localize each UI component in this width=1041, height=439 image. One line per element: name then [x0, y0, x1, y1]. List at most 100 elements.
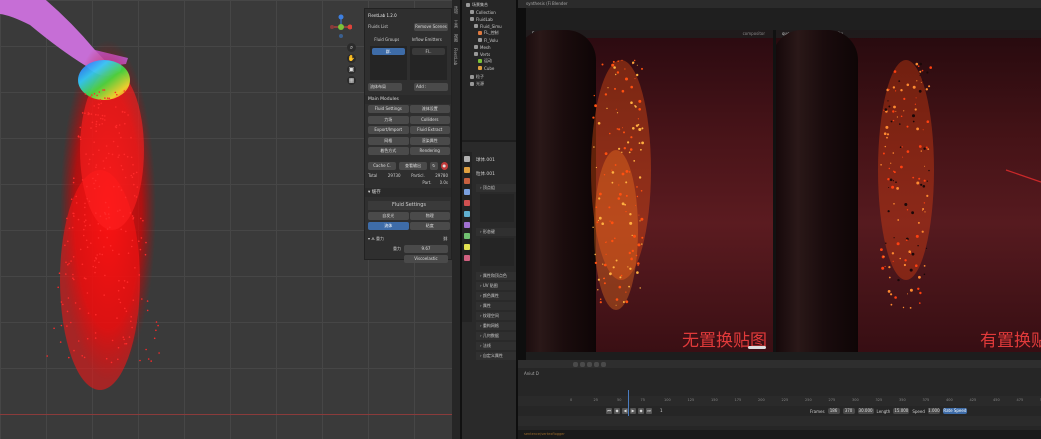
object-name[interactable]: 球体.001 [476, 156, 516, 165]
remove-scenes-button[interactable]: Remove Scenes [414, 22, 448, 31]
jump-start-icon[interactable]: ⏮ [606, 408, 612, 414]
section-remesh[interactable]: › 重构网格 [476, 322, 516, 330]
outliner-row[interactable]: FluidLab [470, 16, 493, 22]
frame-ruler[interactable]: 0 25 50 75 100 125 150 175 200 225 250 275 300 325 350… [518, 396, 1041, 406]
section-attributes[interactable]: › 属性和顶点色 [476, 272, 516, 280]
shape-keys-list[interactable] [480, 238, 514, 266]
module-render-props[interactable]: 渲染属性 [409, 136, 450, 145]
tab-flentlab[interactable]: FlentLab [453, 48, 458, 65]
next-key-icon[interactable]: ◆ [638, 408, 644, 414]
axis-gizmo[interactable] [330, 14, 353, 38]
hand-icon[interactable]: ✋ [347, 54, 356, 63]
grid-icon[interactable]: ▦ [347, 76, 356, 85]
property-tab-icon[interactable] [464, 156, 470, 162]
render-preview-right[interactable]: quorakcoe_007 Full Quality 有置换贴 [776, 30, 1041, 352]
section-color-attributes[interactable]: › 颜色属性 [476, 292, 516, 300]
scroll-indicator[interactable] [748, 346, 766, 349]
rate-speed-button[interactable]: Rate Speed [942, 408, 967, 414]
outliner-row[interactable]: 光源 [470, 81, 484, 87]
add-dropdown[interactable]: Add : [414, 82, 448, 91]
emission-button[interactable]: 自发光 [368, 212, 409, 220]
section-uv-maps[interactable]: › UV 贴图 [476, 282, 516, 290]
outliner-row[interactable]: Collection [470, 9, 496, 15]
outliner-row[interactable]: Cube [478, 65, 494, 71]
marker-icon[interactable] [601, 362, 606, 367]
module-mesh[interactable]: 网格 [368, 136, 409, 145]
keyframe-icon[interactable] [580, 362, 585, 367]
group-list-item[interactable]: 群. [372, 48, 405, 55]
stop-icon[interactable]: ● [440, 161, 448, 170]
tab-tools[interactable]: 工具 [453, 20, 459, 28]
outliner-row[interactable]: FL_控制 [478, 30, 499, 36]
outliner-row[interactable]: Mesh [474, 44, 491, 50]
link-icon[interactable]: ⛓ [443, 236, 448, 241]
property-tab-icon[interactable] [464, 200, 470, 206]
cache-button[interactable]: Cache C. [368, 161, 397, 170]
outliner[interactable]: 场景集合 Collection FluidLab Fluid_Simu FL_控… [462, 0, 518, 140]
module-colliders[interactable]: Colliders [409, 115, 450, 124]
emitter-list-item[interactable]: Fl.. [412, 48, 445, 55]
main-modules-header[interactable]: Main Modules [365, 95, 451, 104]
section-custom-props[interactable]: › 自定义属性 [476, 352, 516, 360]
tab-view[interactable]: 视图 [453, 34, 459, 42]
property-tab-icon[interactable] [464, 178, 470, 184]
frame-end[interactable]: 30.000 [857, 408, 874, 414]
reverse-icon[interactable]: ◀ [622, 408, 628, 414]
length-value[interactable]: 15.000 [893, 408, 910, 414]
gravity-section-label[interactable]: ▾ 🜁 重力 [368, 235, 384, 243]
inflow-emitters-list[interactable]: Fl.. [410, 46, 447, 80]
playhead[interactable] [628, 390, 629, 416]
zoom-icon[interactable]: ⌕ [347, 43, 356, 52]
section-vertex-groups[interactable]: › 顶点组 [476, 184, 516, 192]
vertex-groups-list[interactable] [480, 194, 514, 222]
module-force-field[interactable]: 力场 [368, 115, 409, 124]
fluid-button[interactable]: 流体 [368, 221, 409, 230]
outliner-row[interactable]: 粒子 [470, 74, 484, 80]
outliner-row[interactable]: Fluid_Simu [474, 23, 502, 29]
outliner-row[interactable]: Verts [474, 51, 490, 57]
camera-icon[interactable]: ▣ [347, 65, 356, 74]
property-tab-icon[interactable] [464, 167, 470, 173]
gravity-value[interactable]: 9.67 [404, 244, 448, 253]
section-geometry-data[interactable]: › 几何数据 [476, 332, 516, 340]
frame-step[interactable]: 370 [842, 408, 855, 414]
timeline-editor[interactable]: Aniut D 0 25 50 75 100 125 150 175 200 225 250 275 3… [518, 360, 1041, 439]
snap-icon[interactable] [573, 362, 578, 367]
filter-icon[interactable] [587, 362, 592, 367]
viscoelastic-dropdown[interactable]: Viscoelastic [404, 254, 448, 263]
data-name[interactable]: 粒体.001 [476, 170, 516, 179]
play-icon[interactable]: ▶ [630, 408, 636, 414]
current-frame[interactable]: 1 [660, 408, 663, 413]
outliner-row[interactable]: 运动 [478, 58, 492, 64]
section-shape-keys[interactable]: › 形态键 [476, 228, 516, 236]
property-tab-icon[interactable] [464, 211, 470, 217]
module-shading[interactable]: 着色方式 [368, 147, 409, 156]
property-tab-icon[interactable] [464, 244, 470, 250]
fluid-groups-list[interactable]: 群. [370, 46, 407, 80]
section-texture-space[interactable]: › 纹理空间 [476, 312, 516, 320]
section-normals[interactable]: › 法线 [476, 342, 516, 350]
property-tab-icon[interactable] [464, 222, 470, 228]
fluid-layout-dropdown[interactable]: 流体布局 [368, 82, 402, 91]
module-fluid-settings[interactable]: Fluid Settings [368, 105, 409, 113]
cache-section-header[interactable]: ▾ 缓存 [365, 188, 451, 197]
module-fluid-extract[interactable]: Fluid Extract [409, 126, 450, 135]
viscosity-button[interactable]: 粘度 [409, 221, 450, 230]
frame-start[interactable]: 186 [827, 408, 840, 414]
module-export-import[interactable]: Export/Import [368, 126, 409, 135]
outliner-row[interactable]: Fl_Volu [478, 37, 498, 43]
property-tab-icon[interactable] [464, 255, 470, 261]
view-icon[interactable] [594, 362, 599, 367]
render-preview-left[interactable]: Full Quality compositor 无置换贴图 [526, 30, 773, 352]
section-properties[interactable]: › 属性 [476, 302, 516, 310]
physics-button[interactable]: 物理 [409, 212, 450, 220]
refresh-icon[interactable]: ↻ [430, 161, 438, 170]
outliner-row[interactable]: 场景集合 [466, 2, 488, 8]
property-tab-icon[interactable] [464, 233, 470, 239]
speed-value[interactable]: 1.000 [927, 408, 940, 414]
module-rendering[interactable]: Rendering [409, 147, 450, 156]
output-button[interactable]: 查看输出 [399, 161, 428, 170]
jump-end-icon[interactable]: ⏭ [646, 408, 652, 414]
module-fluid-setup[interactable]: 流体设置 [409, 105, 450, 113]
property-tab-icon[interactable] [464, 189, 470, 195]
